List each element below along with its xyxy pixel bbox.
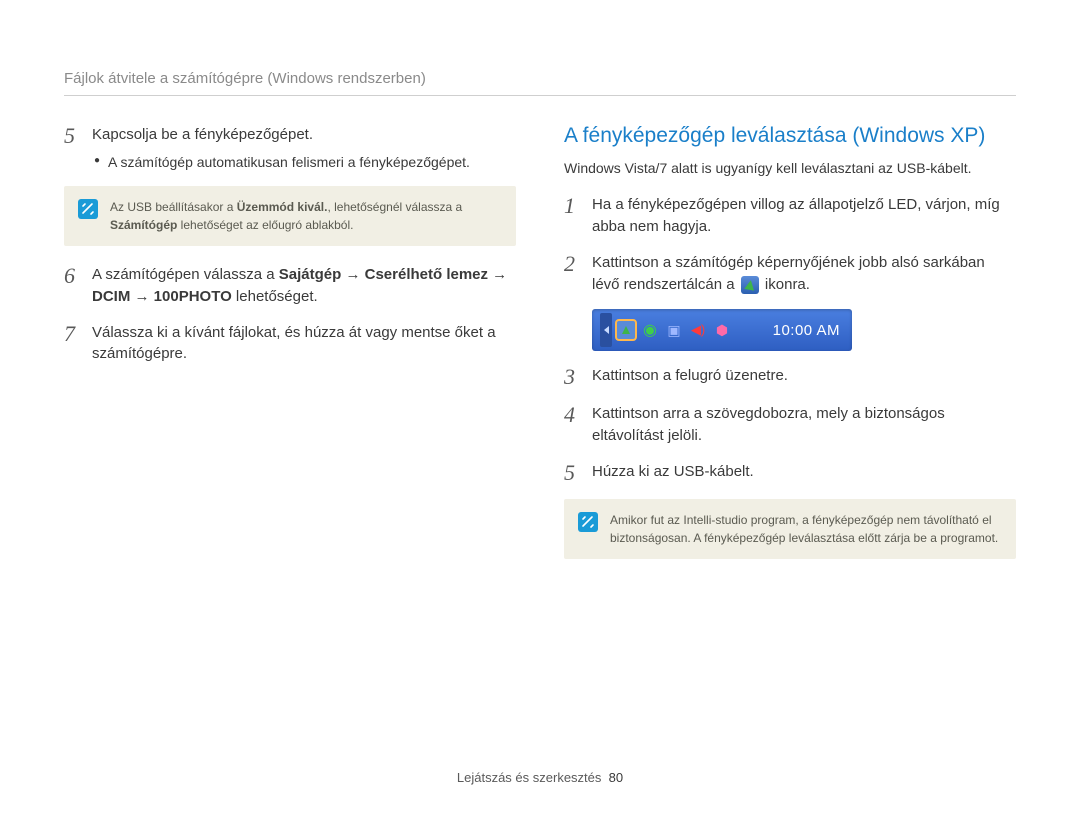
step-number: 6 <box>64 264 82 308</box>
step-number: 4 <box>564 403 582 447</box>
network-tray-icon: ⬢ <box>712 320 732 340</box>
step-number: 7 <box>64 322 82 366</box>
page: Fájlok átvitele a számítógépre (Windows … <box>0 0 1080 815</box>
note-icon <box>578 512 598 532</box>
note-text: Az USB beállításakor a Üzemmód kivál., l… <box>110 198 502 234</box>
step-number: 2 <box>564 252 582 296</box>
step-6: 6 A számítógépen válassza a Sajátgép → C… <box>64 264 516 308</box>
footer-label: Lejátszás és szerkesztés <box>457 770 602 785</box>
note-pre: Az USB beállításakor a <box>110 200 237 214</box>
note-mid: , lehetőségnél válassza a <box>327 200 462 214</box>
tray-expand-button <box>600 313 612 347</box>
step-text: Válassza ki a kívánt fájlokat, és húzza … <box>92 322 516 366</box>
chevron-left-icon <box>604 326 609 334</box>
step-number: 3 <box>564 365 582 389</box>
step-body: A számítógépen válassza a Sajátgép → Cse… <box>92 264 516 308</box>
step-body: Kattintson a számítógép képernyőjének jo… <box>592 252 1016 296</box>
note-box-intelli-studio: Amikor fut az Intelli-studio program, a … <box>564 499 1016 559</box>
step-number: 1 <box>564 194 582 238</box>
monitor-tray-icon: ▣ <box>664 320 684 340</box>
step-2: 2 Kattintson a számítógép képernyőjének … <box>564 252 1016 296</box>
step-5: 5 Kapcsolja be a fényképezőgépet. ● A sz… <box>64 124 516 172</box>
page-footer: Lejátszás és szerkesztés 80 <box>0 770 1080 785</box>
step-text: Kattintson a felugró üzenetre. <box>592 365 1016 389</box>
tray-clock: 10:00 AM <box>773 322 844 339</box>
left-column: 5 Kapcsolja be a fényképezőgépet. ● A sz… <box>64 124 516 577</box>
note-bold2: Számítógép <box>110 218 177 232</box>
step-text: Ha a fényképezőgépen villog az állapotje… <box>592 194 1016 238</box>
shield-tray-icon: ◉ <box>640 320 660 340</box>
step-3: 3 Kattintson a felugró üzenetre. <box>564 365 1016 389</box>
content-columns: 5 Kapcsolja be a fényképezőgépet. ● A sz… <box>64 124 1016 577</box>
bullet-dot-icon: ● <box>94 152 100 172</box>
section-title: A fényképezőgép leválasztása (Windows XP… <box>564 124 1016 148</box>
bullet-text: A számítógép automatikusan felismeri a f… <box>108 152 470 172</box>
step-post: lehetőséget. <box>232 288 318 305</box>
step-7: 7 Válassza ki a kívánt fájlokat, és húzz… <box>64 322 516 366</box>
note-box-usb-mode: Az USB beállításakor a Üzemmód kivál., l… <box>64 186 516 246</box>
step-body: Kapcsolja be a fényképezőgépet. ● A szám… <box>92 124 516 172</box>
intro-text: Windows Vista/7 alatt is ugyanígy kell l… <box>564 158 1016 178</box>
step-text: Kapcsolja be a fényképezőgépet. <box>92 126 313 143</box>
step-pre: A számítógépen válassza a <box>92 266 279 283</box>
step-number: 5 <box>564 461 582 485</box>
step-4: 4 Kattintson arra a szövegdobozra, mely … <box>564 403 1016 447</box>
step-text: Kattintson arra a szövegdobozra, mely a … <box>592 403 1016 447</box>
note-bold1: Üzemmód kivál. <box>237 200 328 214</box>
note-icon <box>78 199 98 219</box>
safely-remove-hardware-icon <box>741 276 759 294</box>
safely-remove-hardware-tray-icon <box>616 320 636 340</box>
volume-tray-icon: ◀) <box>688 320 708 340</box>
taskbar-screenshot: ◉ ▣ ◀) ⬢ 10:00 AM <box>592 309 852 351</box>
step-number: 5 <box>64 124 82 172</box>
page-number: 80 <box>609 770 623 785</box>
right-column: A fényképezőgép leválasztása (Windows XP… <box>564 124 1016 577</box>
step-5-right: 5 Húzza ki az USB-kábelt. <box>564 461 1016 485</box>
page-header: Fájlok átvitele a számítógépre (Windows … <box>64 70 1016 96</box>
note-text: Amikor fut az Intelli-studio program, a … <box>610 511 1002 547</box>
step-text: Húzza ki az USB-kábelt. <box>592 461 1016 485</box>
bullet-item: ● A számítógép automatikusan felismeri a… <box>94 152 516 172</box>
note-post: lehetőséget az előugró ablakból. <box>177 218 353 232</box>
step-1: 1 Ha a fényképezőgépen villog az állapot… <box>564 194 1016 238</box>
step-post: ikonra. <box>765 276 810 293</box>
